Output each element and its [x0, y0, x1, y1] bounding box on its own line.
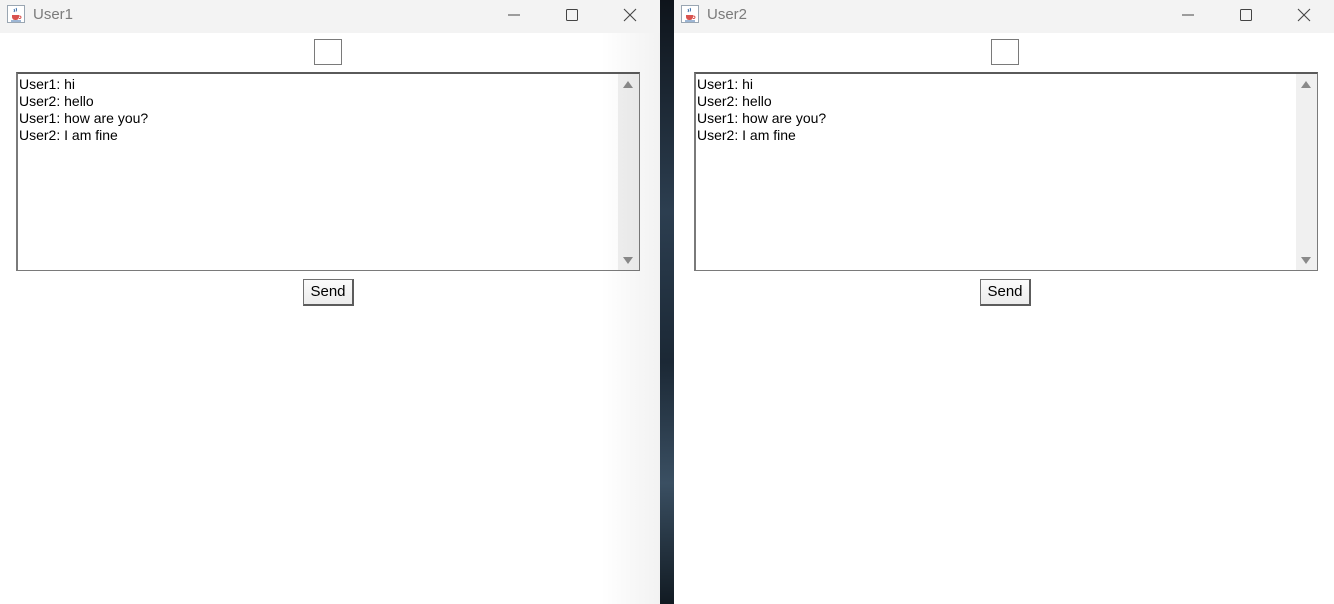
minimize-icon — [508, 14, 520, 16]
send-button[interactable]: Send — [303, 279, 354, 306]
maximize-button[interactable] — [1217, 0, 1275, 33]
maximize-button[interactable] — [543, 0, 601, 33]
chat-window-user2: User2 User1: hi User2: hello User1: how … — [674, 0, 1334, 604]
chat-message: User1: hi — [697, 76, 754, 92]
minimize-icon — [1182, 14, 1194, 16]
java-coffee-cup-icon — [681, 5, 699, 23]
send-button[interactable]: Send — [980, 279, 1031, 306]
chat-message: User2: I am fine — [697, 127, 796, 143]
scroll-up-arrow-icon[interactable] — [623, 81, 633, 88]
chat-message-list: User1: hi User2: hello User1: how are yo… — [697, 76, 1295, 144]
maximize-icon — [566, 9, 578, 21]
scroll-down-arrow-icon[interactable] — [623, 257, 633, 264]
chat-message: User1: hi — [19, 76, 76, 92]
close-button[interactable] — [601, 0, 659, 33]
title-bar[interactable]: User2 — [674, 0, 1334, 33]
chat-history-textarea[interactable]: User1: hi User2: hello User1: how are yo… — [694, 72, 1318, 271]
window-title: User2 — [707, 6, 748, 23]
close-icon — [623, 8, 637, 22]
scroll-up-arrow-icon[interactable] — [1301, 81, 1311, 88]
vertical-scrollbar[interactable] — [1296, 74, 1317, 270]
chat-message: User1: how are you? — [19, 110, 149, 126]
chat-history-textarea[interactable]: User1: hi User2: hello User1: how are yo… — [16, 72, 640, 271]
close-icon — [1297, 8, 1311, 22]
chat-window-user1: User1 User1: hi User2: hello User1: how … — [0, 0, 660, 604]
maximize-icon — [1240, 9, 1252, 21]
java-coffee-cup-icon — [7, 5, 25, 23]
message-input[interactable] — [991, 39, 1019, 65]
close-button[interactable] — [1275, 0, 1333, 33]
chat-message-list: User1: hi User2: hello User1: how are yo… — [19, 76, 617, 144]
chat-message: User2: I am fine — [19, 127, 118, 143]
chat-message: User2: hello — [697, 93, 772, 109]
minimize-button[interactable] — [485, 0, 543, 33]
vertical-scrollbar[interactable] — [618, 74, 639, 270]
chat-message: User1: how are you? — [697, 110, 827, 126]
desktop-background — [660, 0, 674, 604]
message-input[interactable] — [314, 39, 342, 65]
minimize-button[interactable] — [1159, 0, 1217, 33]
chat-message: User2: hello — [19, 93, 94, 109]
window-title: User1 — [33, 6, 74, 23]
scroll-down-arrow-icon[interactable] — [1301, 257, 1311, 264]
title-bar[interactable]: User1 — [0, 0, 660, 33]
